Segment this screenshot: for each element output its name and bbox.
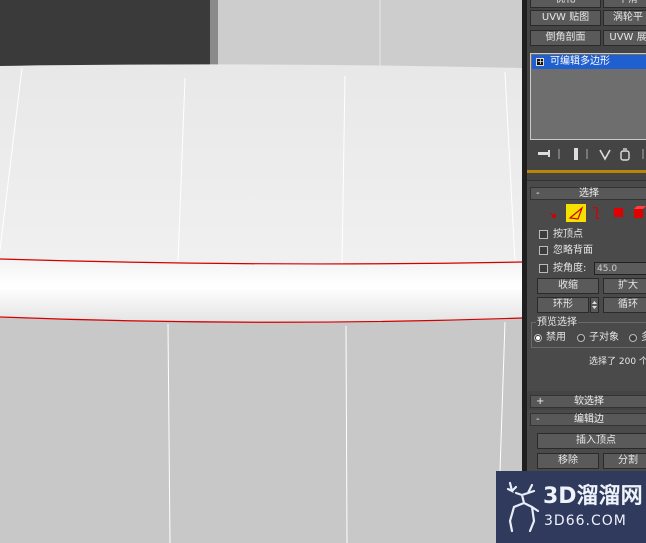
- rollout-title: 软选择: [574, 396, 604, 407]
- site-watermark: 3D溜溜网 3D66.COM: [496, 471, 646, 543]
- modifier-stack-item-label: 可编辑多边形: [550, 56, 610, 67]
- watermark-url-text: 3D66.COM: [544, 513, 627, 529]
- split-button[interactable]: 分割: [603, 453, 646, 469]
- ring-spinner[interactable]: [590, 297, 599, 313]
- preview-subobject-radio[interactable]: [577, 334, 585, 342]
- by-vertex-label: 按顶点: [553, 229, 583, 240]
- selection-rollout-header[interactable]: - 选择: [530, 187, 646, 200]
- watermark-logo-text: 3D溜溜网: [543, 484, 643, 509]
- pin-stack-icon[interactable]: [538, 150, 550, 157]
- mesh-bevel-band[interactable]: [0, 258, 522, 322]
- preview-multi-label: 多: [641, 332, 646, 344]
- edit-edges-rollout-header[interactable]: - 编辑边: [530, 413, 646, 426]
- loop-button[interactable]: 循环: [603, 297, 646, 313]
- stack-toolbar: [530, 146, 646, 162]
- modifier-button-bevel-profile[interactable]: 倒角剖面: [530, 30, 601, 46]
- preview-multi-radio[interactable]: [629, 334, 637, 342]
- show-end-result-icon[interactable]: [574, 148, 578, 160]
- preview-disabled-radio[interactable]: [534, 334, 542, 342]
- by-angle-checkbox[interactable]: [539, 264, 548, 273]
- background-edge: [210, 0, 218, 75]
- ignore-backfacing-checkbox[interactable]: [539, 246, 548, 255]
- ring-button[interactable]: 环形: [537, 297, 589, 313]
- viewport-canvas[interactable]: [0, 0, 522, 543]
- soft-selection-rollout-header[interactable]: + 软选择: [530, 395, 646, 408]
- rollout-title: 选择: [579, 188, 599, 199]
- mesh-lower-face[interactable]: [0, 318, 522, 543]
- element-icon[interactable]: [634, 206, 646, 218]
- mesh-upper-face[interactable]: [0, 64, 522, 264]
- perspective-viewport[interactable]: [0, 0, 522, 543]
- angle-spinner-input[interactable]: [594, 262, 646, 275]
- modifier-button-uvw-map[interactable]: UVW 贴图: [530, 10, 601, 26]
- panel-separator: [527, 170, 646, 173]
- remove-modifier-icon[interactable]: [620, 148, 630, 161]
- vertex-icon[interactable]: [549, 212, 556, 218]
- edge-icon[interactable]: [566, 204, 586, 222]
- preview-disabled-label: 禁用: [546, 332, 566, 343]
- by-angle-label: 按角度:: [553, 263, 587, 274]
- polygon-icon[interactable]: [614, 208, 623, 217]
- background-light-panel: [218, 0, 522, 75]
- command-panel: 优化 平滑 UVW 贴图 涡轮平 倒角剖面 UVW 展 + 可编辑多边形 - 选…: [527, 0, 646, 543]
- modifier-button-unwrap-uvw[interactable]: UVW 展: [603, 30, 646, 46]
- by-vertex-checkbox[interactable]: [539, 230, 548, 239]
- subobject-toolbar: [549, 204, 646, 222]
- grow-button[interactable]: 扩大: [603, 278, 646, 294]
- expand-plus-icon[interactable]: +: [536, 58, 544, 66]
- ignore-backfacing-label: 忽略背面: [553, 245, 593, 256]
- modifier-stack-item[interactable]: + 可编辑多边形: [532, 55, 646, 69]
- make-unique-icon[interactable]: [599, 149, 611, 161]
- insert-vertex-button[interactable]: 插入顶点: [537, 433, 646, 449]
- deer-logo-icon: [506, 481, 540, 533]
- border-icon[interactable]: [592, 206, 600, 220]
- modifier-button-turbosmooth[interactable]: 涡轮平: [603, 10, 646, 26]
- preview-subobject-label: 子对象: [589, 332, 619, 343]
- background-dark-panel: [0, 0, 210, 75]
- remove-button[interactable]: 移除: [537, 453, 599, 469]
- shrink-button[interactable]: 收缩: [537, 278, 599, 294]
- modifier-stack-list[interactable]: + 可编辑多边形: [530, 53, 646, 140]
- preview-selection-label: 预览选择: [536, 317, 578, 329]
- rollout-title: 编辑边: [574, 414, 604, 425]
- modifier-button-smooth[interactable]: 平滑: [603, 0, 646, 8]
- selection-status-text: 选择了 200 个: [589, 357, 646, 367]
- modifier-button-optimize[interactable]: 优化: [530, 0, 601, 8]
